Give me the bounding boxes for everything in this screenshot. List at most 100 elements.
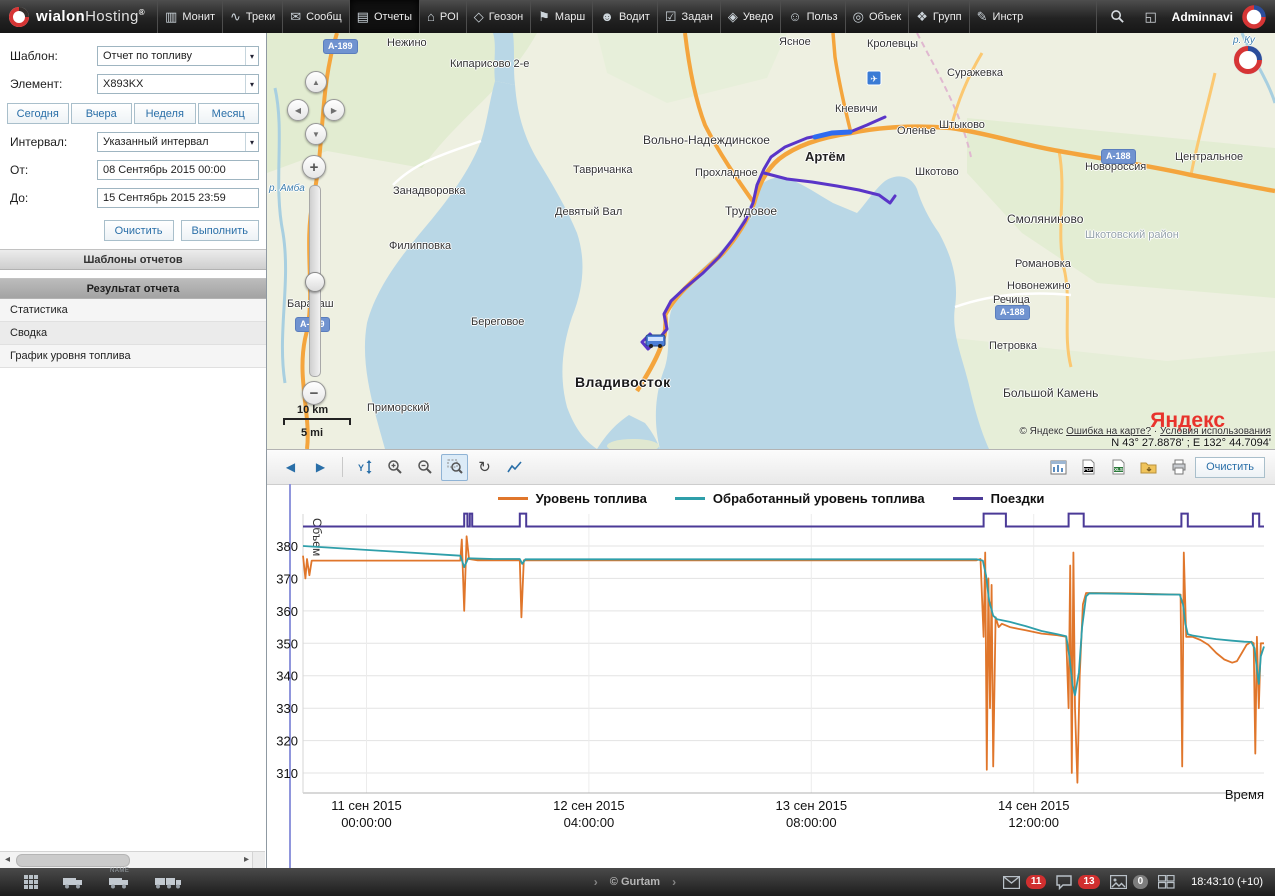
svg-text:320: 320 (276, 734, 298, 749)
svg-text:13 сен 2015: 13 сен 2015 (776, 798, 848, 813)
nav-item-unit-groups[interactable]: ❖Групп (908, 0, 968, 33)
pan-right-button[interactable]: ▶ (323, 99, 345, 121)
quick-range-3[interactable]: Месяц (198, 103, 260, 124)
nav-item-monitoring[interactable]: ▥Монит (157, 0, 222, 33)
unit-select[interactable]: X893KX ▾ (97, 74, 259, 94)
map-label: Приморский (367, 402, 430, 414)
to-date-input[interactable]: 15 Сентябрь 2015 23:59 (97, 188, 259, 208)
pan-up-button[interactable]: ▲ (305, 71, 327, 93)
map-area[interactable]: ✈ НежиноКипарисово 2-еЯсноеКролевцыСураж… (267, 33, 1275, 449)
svg-text:14 сен 2015: 14 сен 2015 (998, 798, 1070, 813)
result-item-0[interactable]: Статистика (0, 299, 266, 322)
template-select[interactable]: Отчет по топливу ▾ (97, 46, 259, 66)
map-label: Девятый Вал (555, 206, 622, 218)
pan-down-button[interactable]: ▼ (305, 123, 327, 145)
search-button[interactable] (1106, 5, 1130, 29)
wialon-map-logo-icon[interactable] (1233, 45, 1263, 75)
legend-item-0[interactable]: Уровень топлива (498, 491, 647, 506)
airport-poi-icon[interactable]: ✈ (867, 71, 881, 85)
open-report-window-button[interactable] (1045, 454, 1072, 481)
nav-item-notifications[interactable]: ◈Уведо (720, 0, 781, 33)
chart-zoom-out-button[interactable] (411, 454, 438, 481)
result-item-1[interactable]: Сводка (0, 322, 266, 345)
user-name[interactable]: Adminnavi (1172, 10, 1233, 24)
nav-item-drivers[interactable]: ☻Водит (592, 0, 657, 33)
export-excel-button[interactable]: XLS (1105, 454, 1132, 481)
interval-select[interactable]: Указанный интервал ▾ (97, 132, 259, 152)
scroll-left-arrow[interactable]: ◂ (0, 852, 15, 867)
map-label: Романовка (1015, 258, 1071, 270)
nav-item-units[interactable]: ◎Объек (845, 0, 909, 33)
nav-item-label: Геозон (489, 11, 523, 23)
svg-text:370: 370 (276, 571, 298, 586)
nav-item-tracks[interactable]: ∿Треки (222, 0, 282, 33)
photos-button[interactable] (1110, 875, 1127, 889)
chevron-right[interactable]: › (672, 875, 676, 889)
quick-range-1[interactable]: Вчера (71, 103, 133, 124)
nav-item-reports[interactable]: ▤Отчеты (349, 0, 419, 33)
layout-toggle-button[interactable]: ◱ (1139, 5, 1163, 29)
arrow-right-icon: ▶ (331, 106, 337, 115)
sidebar-horizontal-scrollbar[interactable]: ◂ ▸ (0, 851, 254, 868)
unit-truck-trailer-button[interactable] (154, 875, 182, 889)
zoom-in-icon (387, 459, 403, 475)
map-error-link[interactable]: Ошибка на карте? (1066, 426, 1151, 437)
nav-item-jobs[interactable]: ☑Задан (657, 0, 720, 33)
svg-text:12 сен 2015: 12 сен 2015 (553, 798, 625, 813)
fit-y-scale-button[interactable]: Y (351, 454, 378, 481)
zoom-in-button[interactable]: + (302, 155, 326, 179)
account-logo-icon[interactable] (1242, 5, 1266, 29)
nav-item-users[interactable]: ☺Польз (780, 0, 844, 33)
chat-button[interactable] (1056, 875, 1072, 890)
legend-item-2[interactable]: Поездки (953, 491, 1045, 506)
pan-left-button[interactable]: ◀ (287, 99, 309, 121)
nav-item-geofences[interactable]: ◇Геозон (466, 0, 530, 33)
quick-range-0[interactable]: Сегодня (7, 103, 69, 124)
chart-back-button[interactable]: ◀ (277, 454, 304, 481)
unit-marker-bus[interactable] (646, 335, 665, 348)
from-date-input[interactable]: 08 Сентябрь 2015 00:00 (97, 160, 259, 180)
unit-truck-name-button[interactable]: NAME (108, 875, 130, 889)
chart-clear-button[interactable]: Очистить (1195, 457, 1265, 478)
legend-item-1[interactable]: Обработанный уровень топлива (675, 491, 925, 506)
map-label: Береговое (471, 316, 524, 328)
quick-range-2[interactable]: Неделя (134, 103, 196, 124)
messages-button[interactable] (1003, 876, 1020, 889)
chart-zoom-selection-button[interactable] (441, 454, 468, 481)
video-wall-button[interactable] (1158, 875, 1175, 889)
result-item-2[interactable]: График уровня топлива (0, 345, 266, 368)
section-bar-0[interactable]: Шаблоны отчетов (0, 249, 266, 270)
unit-truck-button[interactable] (62, 875, 84, 889)
gurtam-copyright[interactable]: © Gurtam (610, 876, 660, 888)
scrollbar-thumb[interactable] (16, 854, 130, 867)
map-label: Занадворовка (393, 185, 465, 197)
export-file-button[interactable] (1135, 454, 1162, 481)
zoom-slider[interactable] (309, 185, 321, 377)
export-pdf-button[interactable]: PDF (1075, 454, 1102, 481)
chevron-left[interactable]: › (594, 875, 598, 889)
zoom-out-button[interactable]: − (302, 381, 326, 405)
map-terms-link[interactable]: Условия использования (1160, 426, 1271, 437)
truck-icon (62, 875, 84, 889)
nav-item-tools[interactable]: ✎Инстр (969, 0, 1031, 33)
map-label: Штыково (939, 119, 985, 131)
template-label: Шаблон: (10, 49, 97, 63)
chart-forward-button[interactable]: ▶ (307, 454, 334, 481)
legend-swatch (953, 497, 983, 500)
print-button[interactable] (1165, 454, 1192, 481)
section-bar-1[interactable]: Результат отчета (0, 278, 266, 299)
map-label: Центральное (1175, 151, 1243, 163)
clear-button[interactable]: Очистить (104, 220, 174, 241)
fuel-level-chart[interactable]: 31032033034035036037038011 сен 201500:00… (267, 510, 1275, 869)
zoom-slider-handle[interactable] (305, 272, 325, 292)
chart-type-button[interactable] (501, 454, 528, 481)
nav-item-messages[interactable]: ✉Сообщ (282, 0, 348, 33)
grid-view-button[interactable] (24, 875, 38, 889)
nav-item-label: Инстр (993, 11, 1024, 23)
execute-button[interactable]: Выполнить (181, 220, 259, 241)
chart-refresh-button[interactable]: ↻ (471, 454, 498, 481)
nav-item-poi[interactable]: ⌂POI (419, 0, 466, 33)
unit-groups-icon: ❖ (916, 9, 928, 25)
chart-zoom-in-button[interactable] (381, 454, 408, 481)
nav-item-routes[interactable]: ⚑Марш (530, 0, 592, 33)
